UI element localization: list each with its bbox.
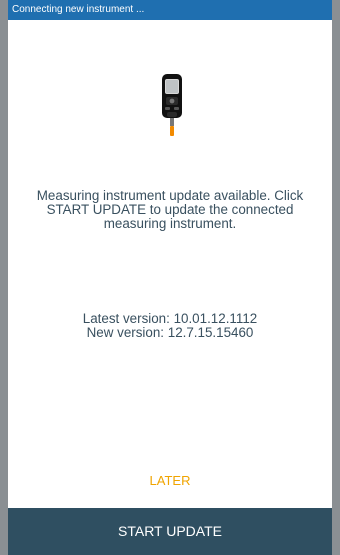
later-button[interactable]: LATER <box>8 470 332 492</box>
status-bar-title: Connecting new instrument ... <box>12 4 145 15</box>
start-update-button[interactable]: START UPDATE <box>8 508 332 555</box>
measuring-instrument-icon <box>159 74 185 138</box>
version-info: Latest version: 10.01.12.1112 New versio… <box>20 312 320 340</box>
latest-version: Latest version: 10.01.12.1112 <box>82 311 258 326</box>
update-message: Measuring instrument update available. C… <box>36 188 304 231</box>
status-bar: Connecting new instrument ... <box>8 0 332 20</box>
new-version: New version: 12.7.15.15460 <box>86 325 254 340</box>
update-screen: Connecting new instrument ... Measuring … <box>0 0 340 555</box>
